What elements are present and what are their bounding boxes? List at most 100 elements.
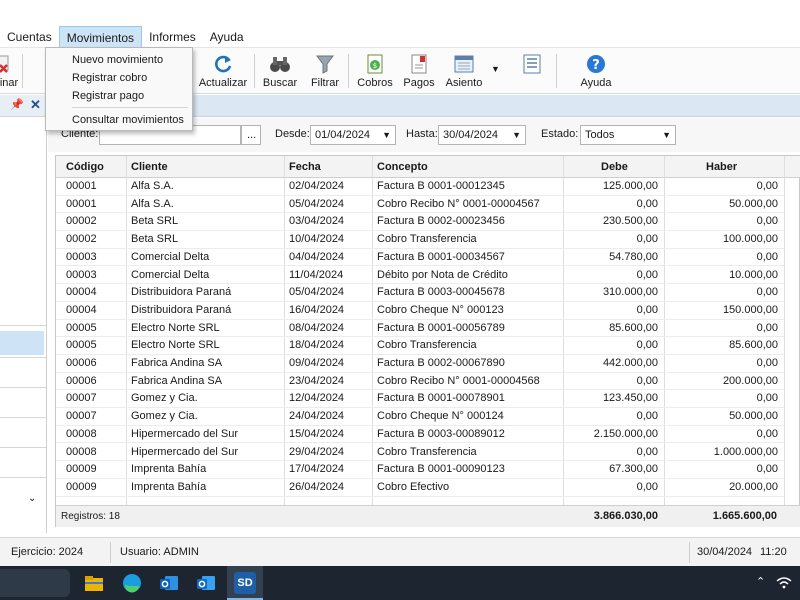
menu-informes[interactable]: Informes bbox=[142, 26, 203, 48]
edge-icon[interactable] bbox=[121, 572, 143, 594]
column-header-debe[interactable]: Debe bbox=[601, 156, 628, 178]
table-cell: Cobro Recibo N° 0001-00004568 bbox=[377, 374, 540, 387]
column-header-fecha[interactable]: Fecha bbox=[289, 156, 321, 178]
status-separator bbox=[689, 542, 690, 563]
pagos-label: Pagos bbox=[403, 77, 435, 89]
menu-consultar-movimientos[interactable]: Consultar movimientos bbox=[72, 114, 184, 126]
left-panel-divider bbox=[0, 417, 46, 418]
desde-dropdown-arrow[interactable]: ▼ bbox=[382, 126, 391, 144]
table-row[interactable]: 00006 Fabrica Andina SA 23/04/2024 Cobro Re… bbox=[56, 373, 784, 391]
table-row[interactable]: 00009 Imprenta Bahía 26/04/2024 Cobro Efect… bbox=[56, 479, 784, 497]
ayuda-button[interactable]: ? Ayuda bbox=[580, 50, 612, 92]
table-cell: 0,00 bbox=[756, 215, 778, 228]
table-cell: 00003 bbox=[66, 250, 97, 263]
table-cell: 12/04/2024 bbox=[289, 392, 345, 405]
menu-cuentas[interactable]: Cuentas bbox=[0, 26, 59, 48]
taskbar-search[interactable] bbox=[0, 569, 70, 597]
table-row[interactable]: 00006 Fabrica Andina SA 09/04/2024 Factura … bbox=[56, 355, 784, 373]
pagos-button[interactable]: Pagos bbox=[403, 50, 435, 92]
table-cell: 09/04/2024 bbox=[289, 357, 345, 369]
table-cell: 00001 bbox=[66, 180, 97, 192]
table-cell: 0,00 bbox=[636, 445, 658, 458]
table-row[interactable]: 00004 Distribuidora Paraná 16/04/2024 Cobro… bbox=[56, 302, 784, 320]
table-cell: 03/04/2024 bbox=[289, 215, 345, 228]
refresh-icon bbox=[215, 55, 232, 73]
column-header-haber[interactable]: Haber bbox=[706, 156, 737, 178]
column-header-cliente[interactable]: Cliente bbox=[131, 156, 168, 178]
table-row[interactable]: 00005 Electro Norte SRL 18/04/2024 Cobro Tr… bbox=[56, 337, 784, 355]
menu-registrar-cobro[interactable]: Registrar cobro bbox=[72, 72, 147, 84]
table-cell: 0,00 bbox=[756, 357, 778, 369]
close-icon[interactable]: ✕ bbox=[30, 97, 41, 113]
pin-icon[interactable]: 📌 bbox=[10, 98, 24, 111]
movimientos-grid: Código Cliente Fecha Concepto Debe Haber… bbox=[55, 155, 800, 527]
table-row[interactable]: 00003 Comercial Delta 04/04/2024 Factura B … bbox=[56, 249, 784, 267]
file-explorer-icon[interactable] bbox=[83, 572, 105, 594]
table-row[interactable]: 00001 Alfa S.A. 05/04/2024 Cobro Recibo N° … bbox=[56, 196, 784, 214]
table-row[interactable]: 00002 Beta SRL 10/04/2024 Cobro Transferenc… bbox=[56, 231, 784, 249]
table-row[interactable]: 00003 Comercial Delta 11/04/2024 Débito por… bbox=[56, 267, 784, 285]
table-cell: 00004 bbox=[66, 303, 97, 316]
table-cell: 00002 bbox=[66, 233, 97, 246]
estado-select[interactable]: Todos ▼ bbox=[580, 125, 676, 145]
table-row[interactable]: 00009 Imprenta Bahía 17/04/2024 Factura B 0… bbox=[56, 461, 784, 479]
table-cell: 0,00 bbox=[756, 286, 778, 299]
filtrar-button[interactable]: Filtrar bbox=[310, 50, 340, 92]
actualizar-button[interactable]: Actualizar bbox=[198, 50, 248, 92]
table-cell: Factura B 0001-00056789 bbox=[377, 321, 505, 334]
table-row[interactable]: 00007 Gomez y Cia. 24/04/2024 Cobro Cheque … bbox=[56, 408, 784, 426]
outlook-icon[interactable] bbox=[158, 572, 180, 594]
row-divider bbox=[56, 495, 784, 497]
table-cell: 0,00 bbox=[756, 427, 778, 440]
wifi-icon[interactable] bbox=[776, 576, 792, 590]
delete-icon bbox=[0, 55, 9, 73]
taskbar-active-app[interactable]: SD bbox=[227, 566, 263, 600]
desde-label: Desde: bbox=[275, 128, 310, 140]
column-header-codigo[interactable]: Código bbox=[66, 156, 104, 178]
hasta-date-field[interactable]: 30/04/2024 ▼ bbox=[438, 125, 526, 145]
left-panel-divider bbox=[0, 387, 46, 388]
chevron-up-icon[interactable]: ⌃ bbox=[756, 575, 765, 588]
menu-movimientos[interactable]: Movimientos bbox=[58, 25, 143, 48]
chevron-down-icon[interactable]: ⌄ bbox=[28, 493, 36, 504]
table-row[interactable]: 00004 Distribuidora Paraná 05/04/2024 Factu… bbox=[56, 284, 784, 302]
table-cell: Hipermercado del Sur bbox=[131, 445, 238, 458]
table-row[interactable]: 00008 Hipermercado del Sur 15/04/2024 Factu… bbox=[56, 426, 784, 444]
buscar-button[interactable]: Buscar bbox=[262, 50, 298, 92]
menu-ayuda[interactable]: Ayuda bbox=[203, 26, 251, 48]
table-row[interactable]: 00001 Alfa S.A. 02/04/2024 Factura B 0001-0… bbox=[56, 178, 784, 196]
list-icon bbox=[523, 54, 541, 74]
eliminar-button[interactable]: inar bbox=[0, 50, 18, 92]
table-cell: 00007 bbox=[66, 410, 97, 423]
table-row[interactable]: 00007 Gomez y Cia. 12/04/2024 Factura B 000… bbox=[56, 390, 784, 409]
menu-registrar-pago[interactable]: Registrar pago bbox=[72, 90, 144, 102]
cobros-document-icon: $ bbox=[367, 54, 383, 74]
table-cell: 85.600,00 bbox=[609, 321, 658, 334]
filtrar-label: Filtrar bbox=[310, 77, 340, 89]
desde-date-field[interactable]: 01/04/2024 ▼ bbox=[310, 125, 396, 145]
table-row[interactable]: 00002 Beta SRL 03/04/2024 Factura B 0002-00… bbox=[56, 213, 784, 232]
table-row[interactable]: 00005 Electro Norte SRL 08/04/2024 Factura … bbox=[56, 320, 784, 338]
table-cell: Comercial Delta bbox=[131, 250, 210, 263]
table-row[interactable]: 00008 Hipermercado del Sur 29/04/2024 Cobro… bbox=[56, 444, 784, 462]
outlook-new-icon[interactable] bbox=[195, 572, 217, 594]
asiento-dropdown-arrow[interactable]: ▼ bbox=[491, 64, 500, 74]
menu-nuevo-movimiento[interactable]: Nuevo movimiento bbox=[72, 54, 163, 66]
estado-dropdown-arrow[interactable]: ▼ bbox=[662, 126, 671, 144]
table-cell: Cobro Transferencia bbox=[377, 445, 477, 458]
cobros-button[interactable]: $ Cobros bbox=[357, 50, 393, 92]
table-cell: 0,00 bbox=[756, 392, 778, 405]
column-header-concepto[interactable]: Concepto bbox=[377, 156, 428, 178]
grid-column-divider bbox=[784, 156, 785, 527]
table-cell: 230.500,00 bbox=[602, 215, 658, 228]
movimientos-dropdown: Nuevo movimiento Registrar cobro Registr… bbox=[45, 47, 193, 131]
table-cell: 50.000,00 bbox=[729, 197, 778, 210]
left-panel-selected-item[interactable] bbox=[0, 331, 44, 355]
desde-value: 01/04/2024 bbox=[315, 129, 371, 141]
hasta-dropdown-arrow[interactable]: ▼ bbox=[512, 126, 521, 144]
cliente-browse-button[interactable]: ... bbox=[241, 125, 261, 145]
table-cell: Cobro Efectivo bbox=[377, 480, 450, 493]
list-button[interactable] bbox=[520, 50, 544, 92]
asiento-button[interactable]: Asiento bbox=[445, 50, 483, 92]
usuario-status: Usuario: ADMIN bbox=[120, 546, 199, 558]
